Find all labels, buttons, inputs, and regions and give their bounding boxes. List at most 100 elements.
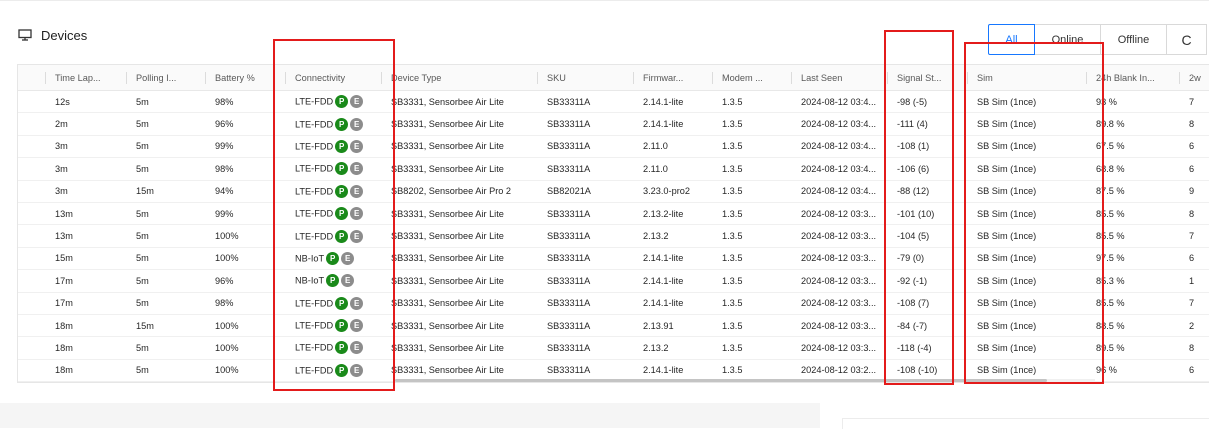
- table-row[interactable]: 15m 5m 100% NB-IoT P E SB3331, Sensorbee Air L…: [18, 247, 1209, 271]
- table-cell: SB Sim (1nce): [967, 90, 1086, 114]
- table-cell: SB3331, Sensorbee Air Lite: [381, 336, 537, 360]
- table-cell: 1.3.5: [712, 269, 791, 293]
- row-select-cell: [18, 112, 45, 136]
- table-cell: 7: [1179, 224, 1209, 248]
- table-row[interactable]: 17m 5m 98% LTE-FDD P E SB3331, Sensorbee Air L…: [18, 292, 1209, 315]
- table-row[interactable]: 3m 15m 94% LTE-FDD P E SB8202, Sensorbee Air P…: [18, 180, 1209, 203]
- connectivity-label: LTE-FDD: [295, 119, 334, 130]
- table-cell: 6: [1179, 135, 1209, 159]
- connectivity-label: LTE-FDD: [295, 163, 334, 174]
- table-cell: 98%: [205, 157, 285, 181]
- column-header[interactable]: Signal St...: [887, 65, 967, 91]
- table-cell: 2024-08-12 03:4...: [791, 157, 887, 181]
- column-header[interactable]: 2w: [1179, 65, 1209, 91]
- column-header[interactable]: 24h Blank In...: [1086, 65, 1179, 91]
- column-header[interactable]: Polling I...: [126, 65, 205, 91]
- column-header[interactable]: Time Lap...: [45, 65, 126, 91]
- refresh-icon[interactable]: C: [1167, 24, 1207, 55]
- table-cell: 93 %: [1086, 90, 1179, 114]
- table-cell: LTE-FDD P E: [285, 314, 381, 338]
- table-cell: SB3331, Sensorbee Air Lite: [381, 224, 537, 248]
- column-header[interactable]: Battery %: [205, 65, 285, 91]
- table-cell: -108 (1): [887, 135, 967, 159]
- p-badge-icon: P: [335, 319, 349, 333]
- table-cell: SB3331, Sensorbee Air Lite: [381, 157, 537, 181]
- connectivity-label: LTE-FDD: [295, 342, 334, 353]
- horizontal-scrollbar-thumb[interactable]: [395, 379, 1047, 382]
- table-cell: 2024-08-12 03:3...: [791, 202, 887, 226]
- table-cell: 17m: [45, 269, 126, 293]
- filter-online-button[interactable]: Online: [1035, 24, 1101, 55]
- e-badge-icon: E: [341, 274, 355, 288]
- table-cell: 18m: [45, 314, 126, 338]
- connectivity-label: NB-IoT: [295, 275, 325, 286]
- column-header[interactable]: SKU: [537, 65, 633, 91]
- table-cell: 5m: [126, 269, 205, 293]
- table-cell: SB3331, Sensorbee Air Lite: [381, 202, 537, 226]
- filter-offline-button[interactable]: Offline: [1101, 24, 1167, 55]
- table-cell: 3m: [45, 135, 126, 159]
- table-cell: 1.3.5: [712, 90, 791, 114]
- table-cell: SB Sim (1nce): [967, 202, 1086, 226]
- top-divider: [0, 0, 1209, 7]
- row-select-cell: [18, 314, 45, 338]
- table-row[interactable]: 3m 5m 99% LTE-FDD P E SB3331, Sensorbee Air Li…: [18, 135, 1209, 159]
- table-cell: SB3331, Sensorbee Air Lite: [381, 292, 537, 315]
- table-row[interactable]: 13m 5m 100% LTE-FDD P E SB3331, Sensorbee Air …: [18, 224, 1209, 248]
- row-select-cell: [18, 247, 45, 271]
- table-cell: SB3331, Sensorbee Air Lite: [381, 112, 537, 136]
- table-cell: SB Sim (1nce): [967, 224, 1086, 248]
- table-cell: -106 (6): [887, 157, 967, 181]
- column-header[interactable]: Modem ...: [712, 65, 791, 91]
- column-header[interactable]: Last Seen: [791, 65, 887, 91]
- table-row[interactable]: 2m 5m 96% LTE-FDD P E SB3331, Sensorbee Air Li…: [18, 112, 1209, 136]
- table-cell: 1.3.5: [712, 202, 791, 226]
- table-cell: -98 (-5): [887, 90, 967, 114]
- table-cell: 2.13.2-lite: [633, 202, 712, 226]
- table-row[interactable]: 18m 15m 100% LTE-FDD P E SB3331, Sensorbee Air…: [18, 314, 1209, 338]
- table-cell: SB Sim (1nce): [967, 336, 1086, 360]
- table-cell: 2024-08-12 03:3...: [791, 269, 887, 293]
- table-cell: SB3331, Sensorbee Air Lite: [381, 269, 537, 293]
- table-cell: 88.5 %: [1086, 314, 1179, 338]
- e-badge-icon: E: [350, 341, 364, 355]
- table-cell: 7: [1179, 292, 1209, 315]
- p-badge-icon: P: [326, 251, 340, 265]
- table-cell: 6: [1179, 157, 1209, 181]
- table-cell: 96 %: [1086, 359, 1179, 382]
- table-row[interactable]: 3m 5m 98% LTE-FDD P E SB3331, Sensorbee Air Li…: [18, 157, 1209, 181]
- devices-table: Time Lap... Polling I... Battery % Conne…: [17, 64, 1209, 383]
- column-header[interactable]: Connectivity: [285, 65, 381, 91]
- table-row[interactable]: 17m 5m 96% NB-IoT P E SB3331, Sensorbee Air Li…: [18, 269, 1209, 293]
- table-cell: 85.3 %: [1086, 269, 1179, 293]
- table-cell: 5m: [126, 336, 205, 360]
- table-cell: 17m: [45, 292, 126, 315]
- table-cell: 1.3.5: [712, 135, 791, 159]
- table-cell: 7: [1179, 90, 1209, 114]
- table-row[interactable]: 13m 5m 99% LTE-FDD P E SB3331, Sensorbee Air L…: [18, 202, 1209, 226]
- table-cell: -101 (10): [887, 202, 967, 226]
- connectivity-label: LTE-FDD: [295, 320, 334, 331]
- table-row[interactable]: 12s 5m 98% LTE-FDD P E SB3331, Sensorbee Air L…: [18, 90, 1209, 114]
- table-cell: LTE-FDD P E: [285, 157, 381, 181]
- e-badge-icon: E: [350, 184, 364, 198]
- filter-all-button[interactable]: All: [988, 24, 1035, 55]
- table-cell: 2024-08-12 03:3...: [791, 292, 887, 315]
- row-select-cell: [18, 269, 45, 293]
- table-cell: SB Sim (1nce): [967, 247, 1086, 271]
- footer-panel: [0, 403, 820, 428]
- column-header[interactable]: Firmwar...: [633, 65, 712, 91]
- table-cell: SB33311A: [537, 224, 633, 248]
- table-cell: -108 (7): [887, 292, 967, 315]
- table-cell: 18m: [45, 359, 126, 382]
- column-header[interactable]: Device Type: [381, 65, 537, 91]
- e-badge-icon: E: [350, 162, 364, 176]
- table-cell: 2m: [45, 112, 126, 136]
- table-cell: 8: [1179, 336, 1209, 360]
- table-cell: SB33311A: [537, 336, 633, 360]
- connectivity-label: LTE-FDD: [295, 96, 334, 107]
- table-row[interactable]: 18m 5m 100% LTE-FDD P E SB3331, Sensorbee Air …: [18, 336, 1209, 360]
- column-header[interactable]: Sim: [967, 65, 1086, 91]
- p-badge-icon: P: [335, 207, 349, 221]
- table-cell: 2024-08-12 03:3...: [791, 336, 887, 360]
